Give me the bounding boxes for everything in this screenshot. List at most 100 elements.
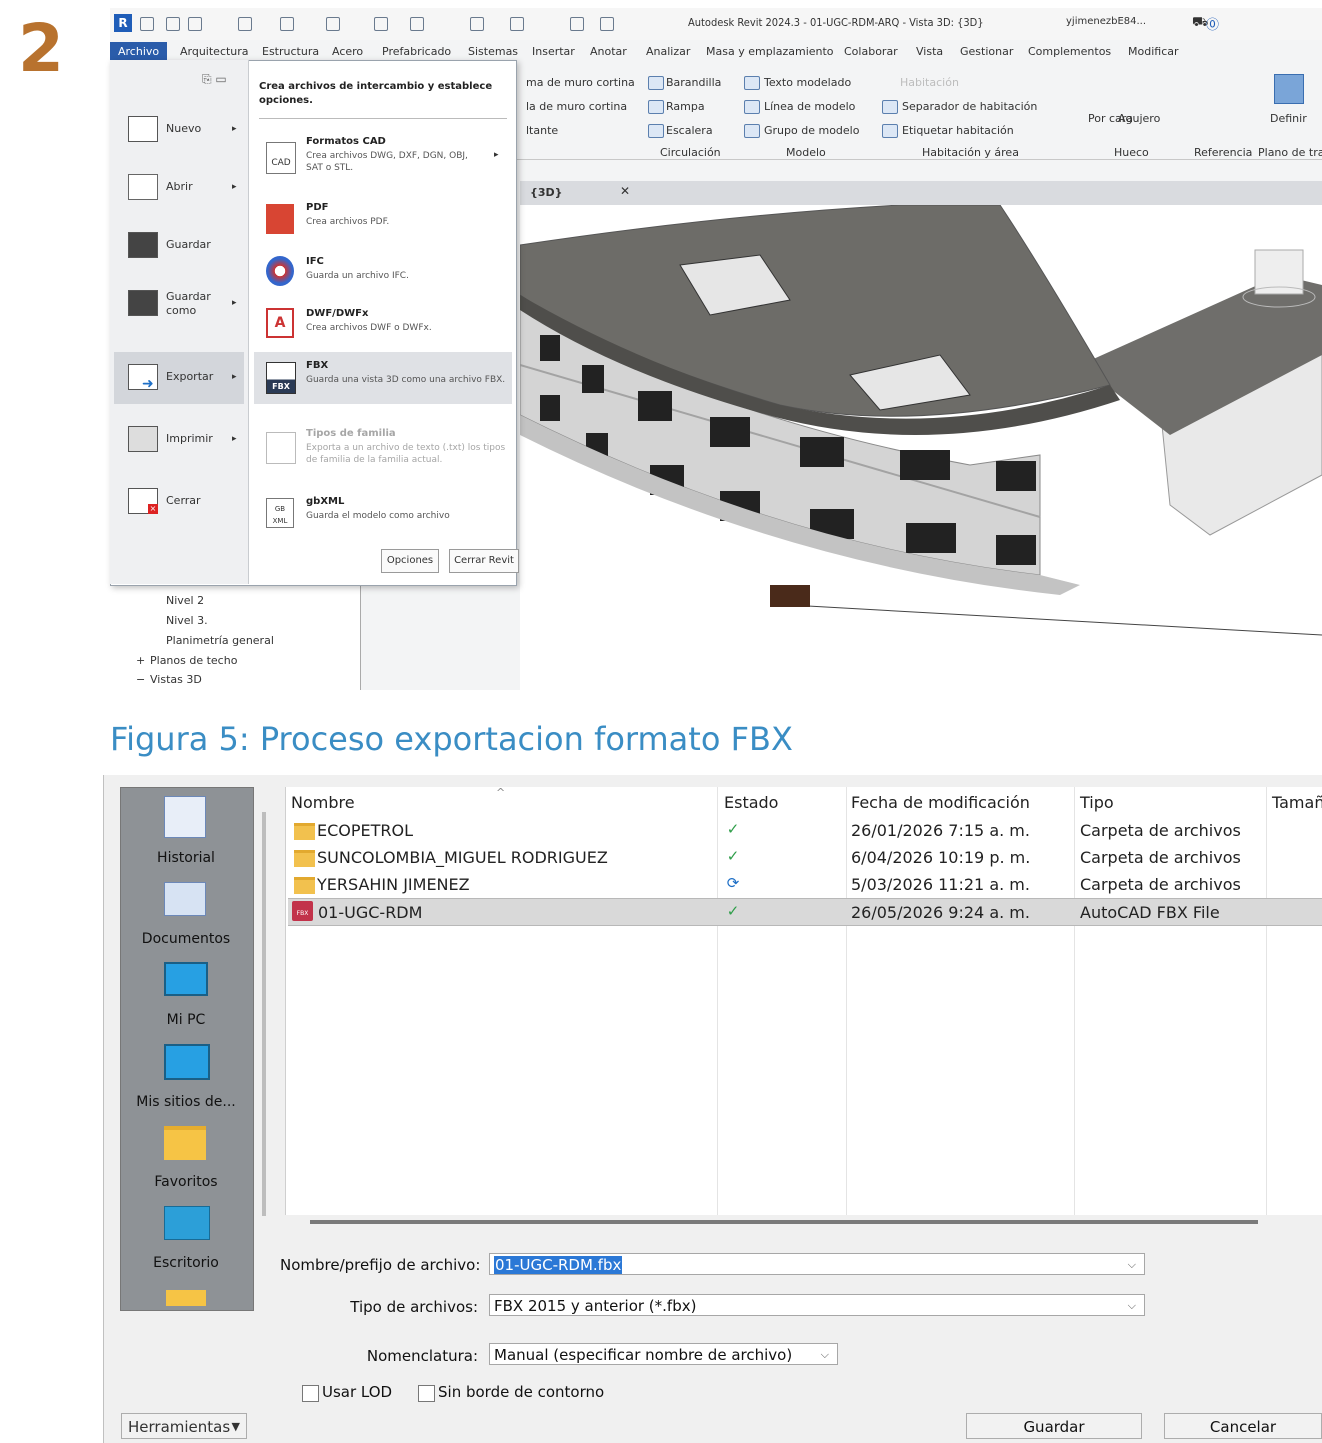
- ribbon-mullion[interactable]: ltante: [526, 124, 558, 137]
- export-ifc[interactable]: IFC Guarda un archivo IFC.: [254, 250, 512, 302]
- revit-logo[interactable]: R: [114, 14, 132, 32]
- 3d-viewport[interactable]: [519, 204, 1322, 690]
- menu-export[interactable]: ➜ Exportar ▸: [114, 352, 244, 404]
- measure-icon[interactable]: [374, 17, 388, 31]
- place-desktop[interactable]: Escritorio: [120, 1255, 252, 1271]
- tree-item-level-2[interactable]: Nivel 2: [166, 594, 204, 607]
- favorites-folder-icon[interactable]: [164, 1126, 206, 1160]
- sync-icon[interactable]: [188, 17, 202, 31]
- close-view-icon[interactable]: ✕: [620, 184, 630, 198]
- recent-docs-icon[interactable]: ⎘ ▭: [202, 72, 227, 87]
- tab-sistemas[interactable]: Sistemas: [468, 45, 518, 58]
- chevron-down-icon[interactable]: ⌵: [1128, 1254, 1136, 1276]
- user-name[interactable]: yjimenezbE84...: [1066, 16, 1146, 27]
- tab-vista[interactable]: Vista: [916, 45, 943, 58]
- save-button[interactable]: Guardar: [966, 1413, 1142, 1439]
- default-3d-icon[interactable]: [510, 17, 524, 31]
- documents-icon[interactable]: [164, 882, 206, 916]
- export-gbxml[interactable]: GB XML gbXML Guarda el modelo como archi…: [254, 490, 512, 542]
- exit-revit-button[interactable]: Cerrar Revit: [449, 549, 519, 573]
- tab-archivo[interactable]: Archivo: [110, 42, 168, 61]
- ribbon-tag-room[interactable]: Etiquetar habitación: [902, 124, 1014, 137]
- save-icon[interactable]: [166, 17, 180, 31]
- tab-acero[interactable]: Acero: [332, 45, 363, 58]
- filetype-select[interactable]: FBX 2015 y anterior (*.fbx) ⌵: [489, 1294, 1145, 1316]
- tab-complementos[interactable]: Complementos: [1028, 45, 1111, 58]
- thin-lines-icon[interactable]: [570, 17, 584, 31]
- horizontal-scrollbar[interactable]: [310, 1220, 1258, 1224]
- options-button[interactable]: Opciones: [381, 549, 439, 573]
- place-favorites[interactable]: Favoritos: [120, 1174, 252, 1190]
- column-type[interactable]: Tipo: [1080, 793, 1114, 812]
- tab-colaborar[interactable]: Colaborar: [844, 45, 898, 58]
- place-my-sites[interactable]: Mis sitios de...: [120, 1094, 252, 1110]
- cancel-button[interactable]: Cancelar: [1164, 1413, 1322, 1439]
- no-border-label[interactable]: Sin borde de contorno: [438, 1383, 604, 1401]
- export-pdf[interactable]: PDF Crea archivos PDF.: [254, 196, 512, 248]
- export-fbx[interactable]: FBX FBX Guarda una vista 3D como una arc…: [254, 352, 512, 404]
- tab-arquitectura[interactable]: Arquitectura: [180, 45, 249, 58]
- ribbon-curtain-grid[interactable]: la de muro cortina: [526, 100, 627, 113]
- use-lod-label[interactable]: Usar LOD: [322, 1383, 392, 1401]
- tree-item-ceiling-plans-toggle[interactable]: +: [136, 654, 145, 667]
- use-lod-checkbox[interactable]: [302, 1385, 319, 1402]
- export-dwf[interactable]: A DWF/DWFx Crea archivos DWF o DWFx.: [254, 302, 512, 354]
- column-name[interactable]: Nombre: [291, 793, 355, 812]
- tab-anotar[interactable]: Anotar: [590, 45, 627, 58]
- open-icon[interactable]: [140, 17, 154, 31]
- ribbon-shaft[interactable]: Agujero: [1118, 112, 1160, 125]
- folder-icon[interactable]: [166, 1290, 206, 1306]
- table-row[interactable]: SUNCOLOMBIA_MIGUEL RODRIGUEZ ✓ 6/04/2026…: [288, 844, 1322, 870]
- ribbon-room[interactable]: Habitación: [900, 76, 959, 89]
- ribbon-stair[interactable]: Escalera: [666, 124, 713, 137]
- place-history[interactable]: Historial: [120, 850, 252, 866]
- place-documents[interactable]: Documentos: [120, 931, 252, 947]
- tree-item-level-3[interactable]: Nivel 3.: [166, 614, 208, 627]
- menu-save-as[interactable]: Guardar como ▸: [114, 278, 244, 330]
- export-cad-formats[interactable]: CAD Formatos CAD Crea archivos DWG, DXF,…: [254, 130, 512, 182]
- dimension-icon[interactable]: [410, 17, 424, 31]
- menu-new[interactable]: Nuevo ▸: [114, 104, 244, 156]
- tree-item-ceiling-plans[interactable]: Planos de techo: [150, 654, 237, 667]
- computer-icon[interactable]: [164, 962, 208, 996]
- tab-insertar[interactable]: Insertar: [532, 45, 575, 58]
- view-tab-3d[interactable]: {3D}: [530, 186, 562, 199]
- help-icon[interactable]: ⓪: [1206, 14, 1219, 33]
- tab-gestionar[interactable]: Gestionar: [960, 45, 1013, 58]
- table-row-selected[interactable]: FBX 01-UGC-RDM ✓ 26/05/2026 9:24 a. m. A…: [288, 898, 1322, 926]
- menu-print[interactable]: Imprimir ▸: [114, 414, 244, 466]
- text-icon[interactable]: [470, 17, 484, 31]
- table-row[interactable]: YERSAHIN JIMENEZ ⟳ 5/03/2026 11:21 a. m.…: [288, 871, 1322, 897]
- no-border-checkbox[interactable]: [418, 1385, 435, 1402]
- ribbon-model-line[interactable]: Línea de modelo: [764, 100, 855, 113]
- print-icon[interactable]: [326, 17, 340, 31]
- filename-input[interactable]: 01-UGC-RDM.fbx ⌵: [489, 1253, 1145, 1275]
- tab-analizar[interactable]: Analizar: [646, 45, 690, 58]
- tree-item-site-plan[interactable]: Planimetría general: [166, 634, 274, 647]
- ribbon-room-separator[interactable]: Separador de habitación: [902, 100, 1037, 113]
- column-size[interactable]: Tamañ: [1272, 793, 1322, 812]
- export-family-types[interactable]: Tipos de familia Exporta a un archivo de…: [254, 422, 512, 474]
- menu-close[interactable]: × Cerrar: [114, 476, 244, 528]
- ribbon-model-text[interactable]: Texto modelado: [764, 76, 851, 89]
- network-globe-icon[interactable]: [164, 1044, 210, 1080]
- ribbon-set[interactable]: Definir: [1270, 112, 1307, 125]
- tab-modificar[interactable]: Modificar: [1128, 45, 1179, 58]
- tree-item-3d-views[interactable]: Vistas 3D: [150, 673, 202, 686]
- chevron-down-icon[interactable]: ⌵: [821, 1344, 829, 1366]
- desktop-icon[interactable]: [164, 1206, 210, 1240]
- undo-icon[interactable]: [238, 17, 252, 31]
- menu-save[interactable]: Guardar: [114, 220, 244, 272]
- switch-windows-icon[interactable]: [600, 17, 614, 31]
- tab-estructura[interactable]: Estructura: [262, 45, 319, 58]
- redo-icon[interactable]: [280, 17, 294, 31]
- tab-masa[interactable]: Masa y emplazamiento: [706, 45, 834, 58]
- ribbon-railing[interactable]: Barandilla: [666, 76, 721, 89]
- tab-prefabricado[interactable]: Prefabricado: [382, 45, 451, 58]
- ribbon-curtain-system[interactable]: ma de muro cortina: [526, 76, 635, 89]
- history-icon[interactable]: [164, 796, 206, 838]
- menu-open[interactable]: Abrir ▸: [114, 162, 244, 214]
- column-status[interactable]: Estado: [724, 793, 778, 812]
- ribbon-ramp[interactable]: Rampa: [666, 100, 705, 113]
- column-date-modified[interactable]: Fecha de modificación: [851, 793, 1030, 812]
